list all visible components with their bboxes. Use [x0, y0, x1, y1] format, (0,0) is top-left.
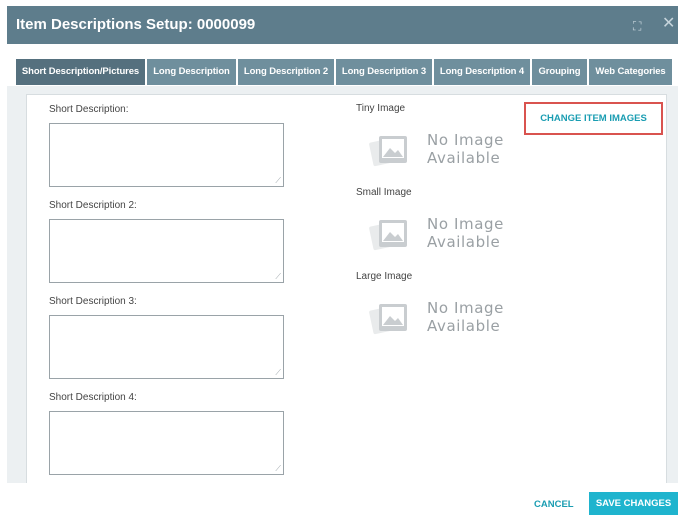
no-image-line2: Available — [427, 149, 501, 167]
tab-long-description-4[interactable]: Long Description 4 — [434, 59, 530, 85]
resize-grip-icon[interactable]: ⟋ — [275, 273, 281, 281]
photo-placeholder-icon — [369, 304, 407, 335]
large-image-label: Large Image — [356, 271, 413, 282]
tab-web-categories[interactable]: Web Categories — [589, 59, 672, 85]
photo-placeholder-icon — [369, 220, 407, 251]
short-description-3-label: Short Description 3: — [49, 296, 137, 307]
tab-panel: Short Description: ⟋ Short Description 2… — [7, 86, 678, 483]
change-item-images-label: CHANGE ITEM IMAGES — [540, 113, 647, 124]
no-image-line1: No Image — [427, 215, 504, 233]
close-icon[interactable]: ✕ — [662, 15, 675, 33]
short-description-4-label: Short Description 4: — [49, 392, 137, 403]
save-changes-button[interactable]: SAVE CHANGES — [589, 492, 678, 515]
tiny-image-no-image-text: No Image Available — [427, 131, 504, 167]
title-bar: Item Descriptions Setup: 0000099 ⛶ ✕ — [7, 6, 678, 44]
tab-short-description-pictures[interactable]: Short Description/Pictures — [16, 59, 145, 85]
tab-grouping[interactable]: Grouping — [532, 59, 587, 85]
no-image-line2: Available — [427, 233, 501, 251]
tiny-image-label: Tiny Image — [356, 103, 406, 114]
tab-long-description-3[interactable]: Long Description 3 — [336, 59, 432, 85]
tab-long-description[interactable]: Long Description — [147, 59, 236, 85]
resize-grip-icon[interactable]: ⟋ — [275, 465, 281, 473]
short-description-4-textarea[interactable]: ⟋ — [49, 411, 284, 475]
short-description-pictures-panel: Short Description: ⟋ Short Description 2… — [26, 94, 667, 483]
short-description-2-label: Short Description 2: — [49, 200, 137, 211]
cancel-button[interactable]: CANCEL — [534, 499, 574, 510]
no-image-line2: Available — [427, 317, 501, 335]
change-item-images-button[interactable]: CHANGE ITEM IMAGES — [524, 102, 663, 135]
short-description-textarea[interactable]: ⟋ — [49, 123, 284, 187]
tab-long-description-2[interactable]: Long Description 2 — [238, 59, 334, 85]
dialog-title: Item Descriptions Setup: 0000099 — [16, 16, 256, 33]
item-descriptions-dialog: Item Descriptions Setup: 0000099 ⛶ ✕ Sho… — [7, 6, 678, 516]
no-image-line1: No Image — [427, 131, 504, 149]
tab-strip: Short Description/Pictures Long Descript… — [7, 44, 678, 88]
small-image-no-image-text: No Image Available — [427, 215, 504, 251]
short-description-2-textarea[interactable]: ⟋ — [49, 219, 284, 283]
large-image-no-image-text: No Image Available — [427, 299, 504, 335]
photo-placeholder-icon — [369, 136, 407, 167]
no-image-line1: No Image — [427, 299, 504, 317]
resize-grip-icon[interactable]: ⟋ — [275, 177, 281, 185]
short-description-label: Short Description: — [49, 104, 129, 115]
maximize-icon[interactable]: ⛶ — [633, 17, 641, 35]
dialog-footer: CANCEL SAVE CHANGES — [7, 483, 678, 516]
short-description-3-textarea[interactable]: ⟋ — [49, 315, 284, 379]
small-image-label: Small Image — [356, 187, 412, 198]
resize-grip-icon[interactable]: ⟋ — [275, 369, 281, 377]
